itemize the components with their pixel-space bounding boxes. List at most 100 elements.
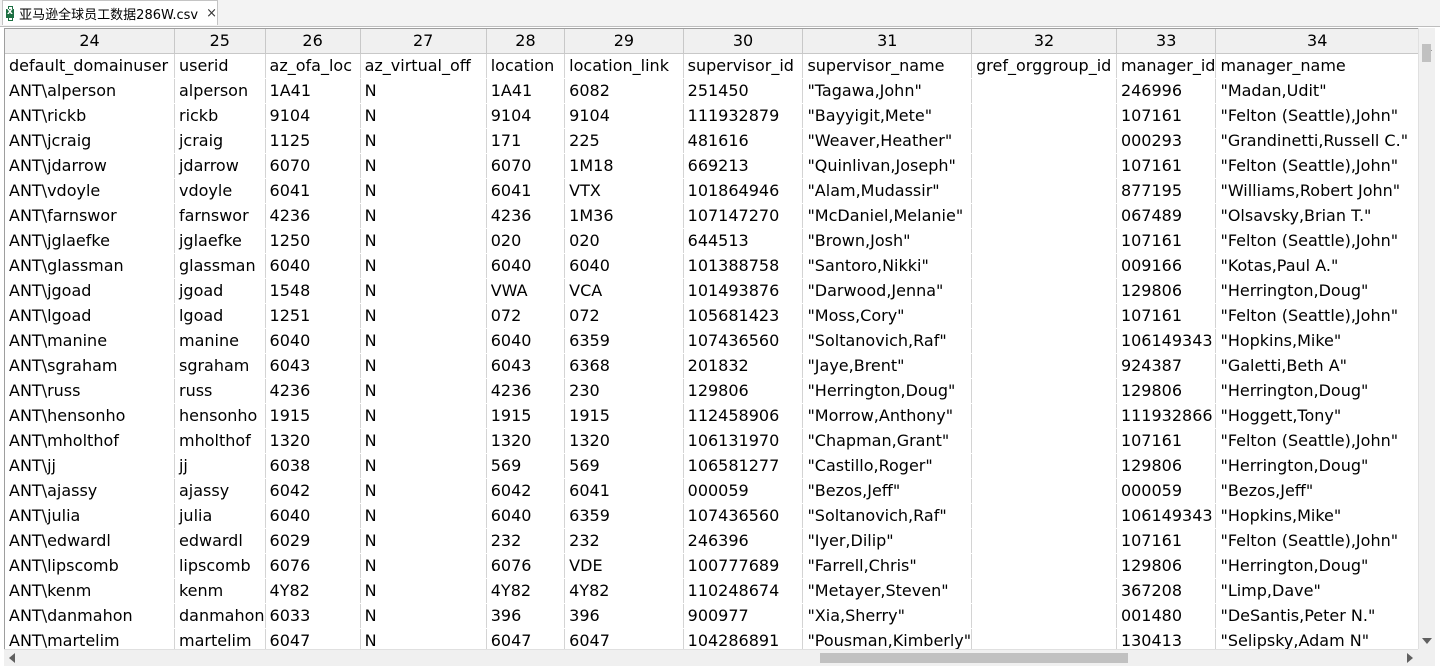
table-cell[interactable]: 100777689 bbox=[683, 553, 804, 579]
table-cell[interactable]: 1915 bbox=[265, 403, 361, 429]
table-cell[interactable]: N bbox=[360, 503, 487, 529]
table-cell[interactable]: 481616 bbox=[683, 128, 804, 154]
table-cell[interactable]: "Tagawa,John" bbox=[802, 78, 973, 104]
horizontal-scrollbar[interactable] bbox=[4, 649, 1418, 666]
table-cell[interactable]: kenm bbox=[174, 578, 266, 604]
table-cell[interactable]: 644513 bbox=[683, 228, 804, 254]
table-cell[interactable]: "Herrington,Doug" bbox=[1215, 378, 1419, 404]
table-cell[interactable]: 6043 bbox=[486, 353, 566, 379]
table-cell[interactable]: N bbox=[360, 203, 487, 229]
table-cell[interactable]: 106131970 bbox=[683, 428, 804, 454]
table-cell[interactable]: ANT\ajassy bbox=[5, 478, 175, 504]
table-cell[interactable]: "Jaye,Brent" bbox=[802, 353, 973, 379]
table-cell[interactable]: 4Y82 bbox=[564, 578, 684, 604]
table-cell[interactable]: russ bbox=[174, 378, 266, 404]
table-cell[interactable]: "Felton (Seattle),John" bbox=[1215, 528, 1419, 554]
table-cell[interactable]: 171 bbox=[486, 128, 566, 154]
column-number-cell[interactable]: 24 bbox=[5, 29, 175, 54]
table-cell[interactable]: 6043 bbox=[265, 353, 361, 379]
table-cell[interactable]: 107161 bbox=[1116, 303, 1217, 329]
table-cell[interactable]: 9104 bbox=[265, 103, 361, 129]
table-cell[interactable]: "Bezos,Jeff" bbox=[802, 478, 973, 504]
table-cell[interactable]: "Iyer,Dilip" bbox=[802, 528, 973, 554]
field-name-cell[interactable]: az_ofa_loc bbox=[265, 53, 361, 79]
table-cell[interactable]: 246396 bbox=[683, 528, 804, 554]
table-cell[interactable]: N bbox=[360, 228, 487, 254]
table-cell[interactable]: N bbox=[360, 328, 487, 354]
table-cell[interactable]: 6076 bbox=[486, 553, 566, 579]
table-cell[interactable]: 106149343 bbox=[1116, 503, 1217, 529]
table-cell[interactable]: "Felton (Seattle),John" bbox=[1215, 428, 1419, 454]
table-cell[interactable] bbox=[971, 578, 1117, 604]
table-cell[interactable]: 000059 bbox=[683, 478, 804, 504]
table-cell[interactable]: ANT\lipscomb bbox=[5, 553, 175, 579]
table-cell[interactable]: "Pousman,Kimberly" bbox=[802, 628, 973, 650]
table-cell[interactable]: 129806 bbox=[683, 378, 804, 404]
table-cell[interactable]: manine bbox=[174, 328, 266, 354]
table-cell[interactable]: 1548 bbox=[265, 278, 361, 304]
table-cell[interactable]: N bbox=[360, 528, 487, 554]
table-cell[interactable]: 6047 bbox=[486, 628, 566, 650]
table-cell[interactable]: ANT\jcraig bbox=[5, 128, 175, 154]
table-cell[interactable] bbox=[971, 478, 1117, 504]
table-cell[interactable]: "Xia,Sherry" bbox=[802, 603, 973, 629]
table-cell[interactable] bbox=[971, 78, 1117, 104]
table-cell[interactable]: 1251 bbox=[265, 303, 361, 329]
column-number-cell[interactable]: 34 bbox=[1215, 29, 1419, 54]
table-cell[interactable]: alperson bbox=[174, 78, 266, 104]
table-cell[interactable]: 107161 bbox=[1116, 228, 1217, 254]
table-cell[interactable]: 110248674 bbox=[683, 578, 804, 604]
table-cell[interactable]: "Bayyigit,Mete" bbox=[802, 103, 973, 129]
table-cell[interactable]: 129806 bbox=[1116, 378, 1217, 404]
table-cell[interactable]: N bbox=[360, 128, 487, 154]
table-cell[interactable]: "Grandinetti,Russell C." bbox=[1215, 128, 1419, 154]
table-cell[interactable]: ANT\alperson bbox=[5, 78, 175, 104]
table-cell[interactable]: ANT\jgoad bbox=[5, 278, 175, 304]
table-cell[interactable]: "DeSantis,Peter N." bbox=[1215, 603, 1419, 629]
table-cell[interactable]: 669213 bbox=[683, 153, 804, 179]
vertical-scrollbar[interactable] bbox=[1418, 28, 1435, 649]
table-cell[interactable]: martelim bbox=[174, 628, 266, 650]
table-cell[interactable]: 6040 bbox=[265, 253, 361, 279]
table-cell[interactable] bbox=[971, 603, 1117, 629]
table-cell[interactable]: 6359 bbox=[564, 503, 684, 529]
table-cell[interactable]: VTX bbox=[564, 178, 684, 204]
table-cell[interactable]: "Soltanovich,Raf" bbox=[802, 503, 973, 529]
table-cell[interactable]: ANT\edwardl bbox=[5, 528, 175, 554]
spreadsheet-grid[interactable]: 24 25 26 27 28 29 30 31 32 33 34 default_domainuse… bbox=[4, 28, 1419, 650]
table-cell[interactable]: 104286891 bbox=[683, 628, 804, 650]
field-name-cell[interactable]: supervisor_id bbox=[683, 53, 804, 79]
table-cell[interactable]: 6047 bbox=[564, 628, 684, 650]
table-cell[interactable]: "Limp,Dave" bbox=[1215, 578, 1419, 604]
table-cell[interactable]: N bbox=[360, 578, 487, 604]
table-cell[interactable]: 569 bbox=[486, 453, 566, 479]
table-cell[interactable] bbox=[971, 428, 1117, 454]
table-cell[interactable]: "Darwood,Jenna" bbox=[802, 278, 973, 304]
table-cell[interactable]: VDE bbox=[564, 553, 684, 579]
table-cell[interactable]: "Herrington,Doug" bbox=[802, 378, 973, 404]
table-cell[interactable]: ANT\rickb bbox=[5, 103, 175, 129]
column-number-cell[interactable]: 33 bbox=[1116, 29, 1217, 54]
table-cell[interactable]: 072 bbox=[564, 303, 684, 329]
column-number-cell[interactable]: 29 bbox=[564, 29, 684, 54]
table-cell[interactable]: 1250 bbox=[265, 228, 361, 254]
table-cell[interactable]: farnswor bbox=[174, 203, 266, 229]
table-cell[interactable]: "Chapman,Grant" bbox=[802, 428, 973, 454]
table-cell[interactable]: 112458906 bbox=[683, 403, 804, 429]
table-cell[interactable]: "Moss,Cory" bbox=[802, 303, 973, 329]
close-tab-icon[interactable]: × bbox=[206, 6, 217, 21]
table-cell[interactable]: 6040 bbox=[486, 328, 566, 354]
column-number-cell[interactable]: 25 bbox=[174, 29, 266, 54]
table-cell[interactable]: N bbox=[360, 628, 487, 650]
table-cell[interactable]: 6070 bbox=[265, 153, 361, 179]
table-cell[interactable]: ANT\glassman bbox=[5, 253, 175, 279]
table-cell[interactable] bbox=[971, 153, 1117, 179]
table-cell[interactable] bbox=[971, 503, 1117, 529]
table-cell[interactable]: 107161 bbox=[1116, 528, 1217, 554]
field-name-cell[interactable]: manager_name bbox=[1215, 53, 1419, 79]
table-cell[interactable] bbox=[971, 303, 1117, 329]
table-cell[interactable]: 020 bbox=[564, 228, 684, 254]
field-name-cell[interactable]: default_domainuser bbox=[5, 53, 175, 79]
table-cell[interactable]: "Santoro,Nikki" bbox=[802, 253, 973, 279]
table-cell[interactable] bbox=[971, 178, 1117, 204]
